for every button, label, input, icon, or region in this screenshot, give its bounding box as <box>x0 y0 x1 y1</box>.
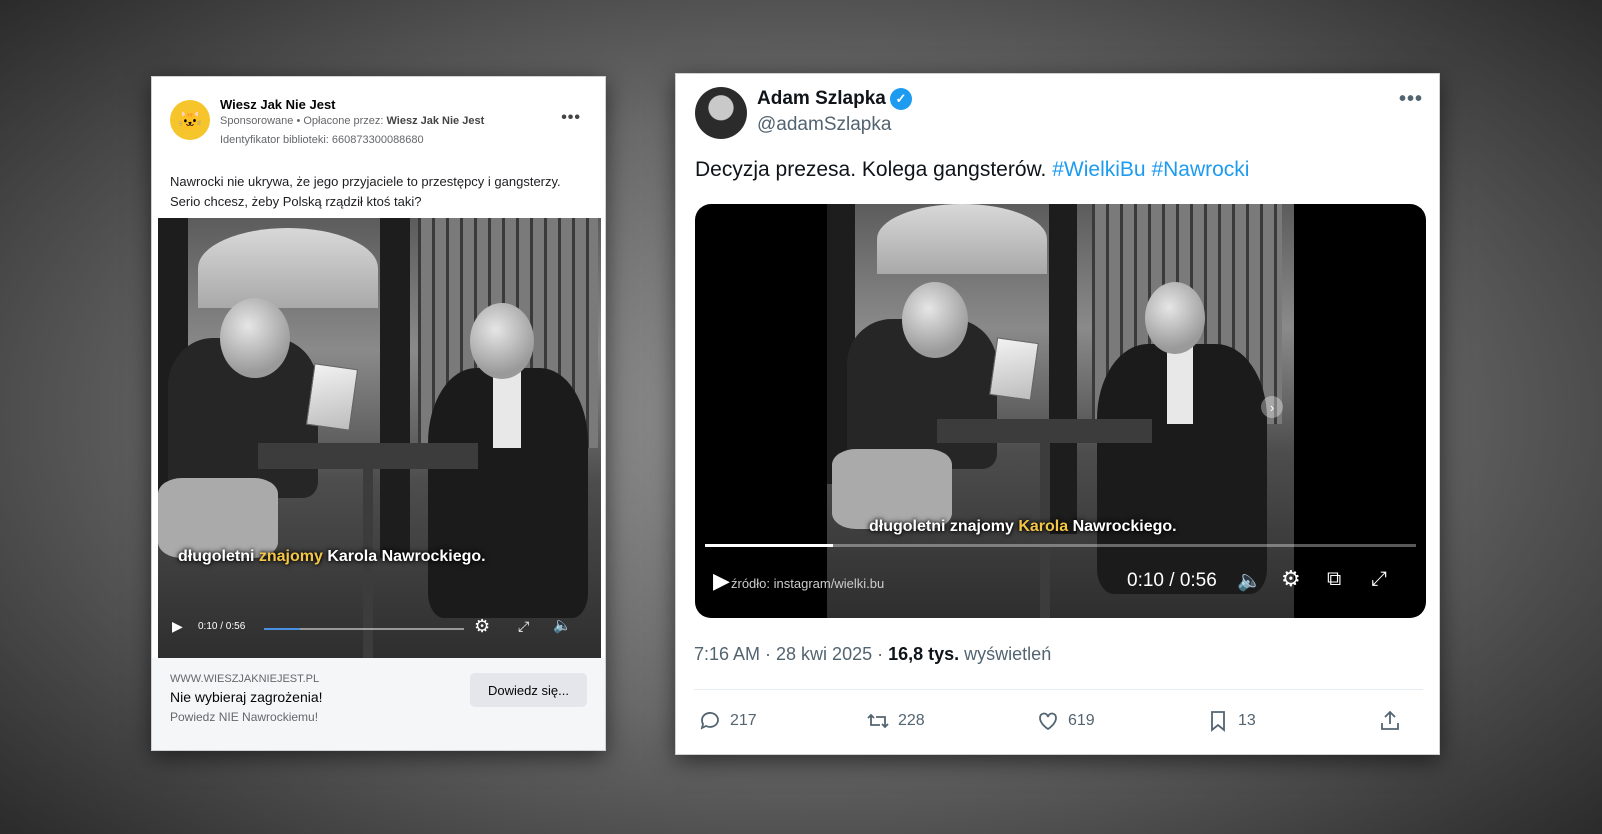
door-frame <box>380 218 410 558</box>
volume-icon[interactable]: 🔈 <box>553 616 572 634</box>
retweet-button[interactable]: 228 <box>866 709 925 733</box>
ad-video-player[interactable]: długoletni znajomy Karola Nawrockiego. ▶… <box>158 218 601 658</box>
reply-icon <box>700 712 719 730</box>
door-frame <box>1049 204 1077 534</box>
tweet-body: Decyzja prezesa. Kolega gangsterów. <box>695 158 1053 181</box>
ad-headline: Nie wybieraj zagrożenia! <box>170 689 323 705</box>
library-id: Identyfikator biblioteki: 66087330008868… <box>220 134 424 146</box>
share-icon <box>1381 710 1399 730</box>
page-name[interactable]: Wiesz Jak Nie Jest <box>220 97 336 112</box>
man-left-legs <box>158 478 278 558</box>
author-handle[interactable]: @adamSzlapka <box>757 114 891 136</box>
more-options-icon[interactable]: ••• <box>1399 88 1423 111</box>
facebook-ad-card: 🐱 Wiesz Jak Nie Jest Sponsorowane • Opła… <box>151 76 606 751</box>
tweet-meta: 7:16 AM · 28 kwi 2025 · 16,8 tys. wyświe… <box>694 644 1051 665</box>
table-top <box>258 443 478 469</box>
ad-domain: WWW.WIESZJAKNIEJEST.PL <box>170 673 320 685</box>
divider <box>694 689 1423 690</box>
video-caption: długoletni znajomy Karola Nawrockiego. <box>178 548 486 565</box>
tweet-card: Adam Szlapka ✓ @adamSzlapka ••• Decyzja … <box>675 73 1440 755</box>
sponsored-label: Sponsorowane <box>220 115 294 127</box>
video-time: 0:10 / 0:56 <box>198 621 246 632</box>
tweet-video-player[interactable]: › długoletni znajomy Karola Nawrockiego.… <box>695 204 1426 618</box>
volume-icon[interactable]: 🔈 <box>1237 568 1262 593</box>
play-icon[interactable]: ▶ <box>172 618 183 635</box>
reply-count: 217 <box>730 712 757 729</box>
like-button[interactable]: 619 <box>1036 709 1095 733</box>
man-left-legs <box>832 449 952 529</box>
paid-by-label: • Opłacone przez: <box>293 115 387 127</box>
views-count: 16,8 tys. <box>888 644 960 664</box>
man-right-head <box>470 303 534 379</box>
retweet-count: 228 <box>898 712 925 729</box>
book-image <box>989 337 1039 401</box>
ad-description: Powiedz NIE Nawrockiemu! <box>170 710 319 724</box>
verified-badge-icon: ✓ <box>890 88 912 110</box>
bookmark-button[interactable]: 13 <box>1206 709 1256 733</box>
book-image <box>305 363 359 431</box>
fullscreen-icon[interactable]: ⤢ <box>1371 568 1387 591</box>
ad-post-text: Nawrocki nie ukrywa, że jego przyjaciele… <box>170 174 561 209</box>
video-frame-image <box>158 218 601 658</box>
picture-in-picture-icon[interactable]: ⧉ <box>1327 568 1341 591</box>
like-count: 619 <box>1068 712 1095 729</box>
author-avatar[interactable] <box>695 87 747 139</box>
video-progress-fill <box>705 544 833 547</box>
sponsored-line: Sponsorowane • Opłacone przez: Wiesz Jak… <box>220 115 484 127</box>
tweet-text: Decyzja prezesa. Kolega gangsterów. #Wie… <box>695 158 1249 182</box>
share-button[interactable] <box>1378 709 1402 733</box>
bookmark-icon <box>1211 711 1225 732</box>
paid-by-name: Wiesz Jak Nie Jest <box>386 115 485 127</box>
video-progress-track[interactable] <box>264 628 464 630</box>
more-options-icon[interactable]: ••• <box>561 109 581 127</box>
umbrella-shape <box>198 228 378 308</box>
video-frame-image <box>827 204 1294 618</box>
retweet-icon <box>867 713 889 729</box>
hashtag-link[interactable]: #Nawrocki <box>1151 158 1249 181</box>
learn-more-button[interactable]: Dowiedz się... <box>470 673 587 707</box>
table-top <box>937 419 1152 443</box>
video-time: 0:10 / 0:56 <box>1127 570 1217 591</box>
man-right-shirt <box>1167 344 1193 424</box>
ad-link-footer[interactable]: WWW.WIESZJAKNIEJEST.PL Nie wybieraj zagr… <box>152 658 605 750</box>
video-source-text: źródło: instagram/wielki.bu <box>731 576 885 591</box>
heart-icon <box>1039 712 1057 731</box>
man-right-shirt <box>493 368 521 448</box>
man-left-head <box>220 298 290 378</box>
hashtag-link[interactable]: #WielkiBu <box>1052 158 1145 181</box>
video-caption: długoletni znajomy Karola Nawrockiego. <box>869 518 1177 535</box>
reply-button[interactable]: 217 <box>698 709 757 733</box>
video-progress-fill <box>264 628 300 630</box>
play-icon[interactable]: ▶ <box>713 568 730 594</box>
man-right-head <box>1145 282 1205 354</box>
next-arrow-icon[interactable]: › <box>1261 396 1283 418</box>
video-progress-track[interactable] <box>705 544 1416 547</box>
author-name[interactable]: Adam Szlapka <box>757 88 886 110</box>
fullscreen-icon[interactable]: ⤢ <box>518 618 529 635</box>
settings-gear-icon[interactable]: ⚙ <box>474 616 490 637</box>
settings-gear-icon[interactable]: ⚙ <box>1281 566 1301 592</box>
bookmark-count: 13 <box>1238 712 1256 729</box>
man-left-head <box>902 282 968 358</box>
tweet-timestamp[interactable]: 7:16 AM · 28 kwi 2025 · <box>694 644 888 664</box>
umbrella-shape <box>877 204 1047 274</box>
ad-header: 🐱 Wiesz Jak Nie Jest Sponsorowane • Opła… <box>170 97 587 157</box>
views-label: wyświetleń <box>959 644 1052 664</box>
page-avatar[interactable]: 🐱 <box>170 100 210 140</box>
